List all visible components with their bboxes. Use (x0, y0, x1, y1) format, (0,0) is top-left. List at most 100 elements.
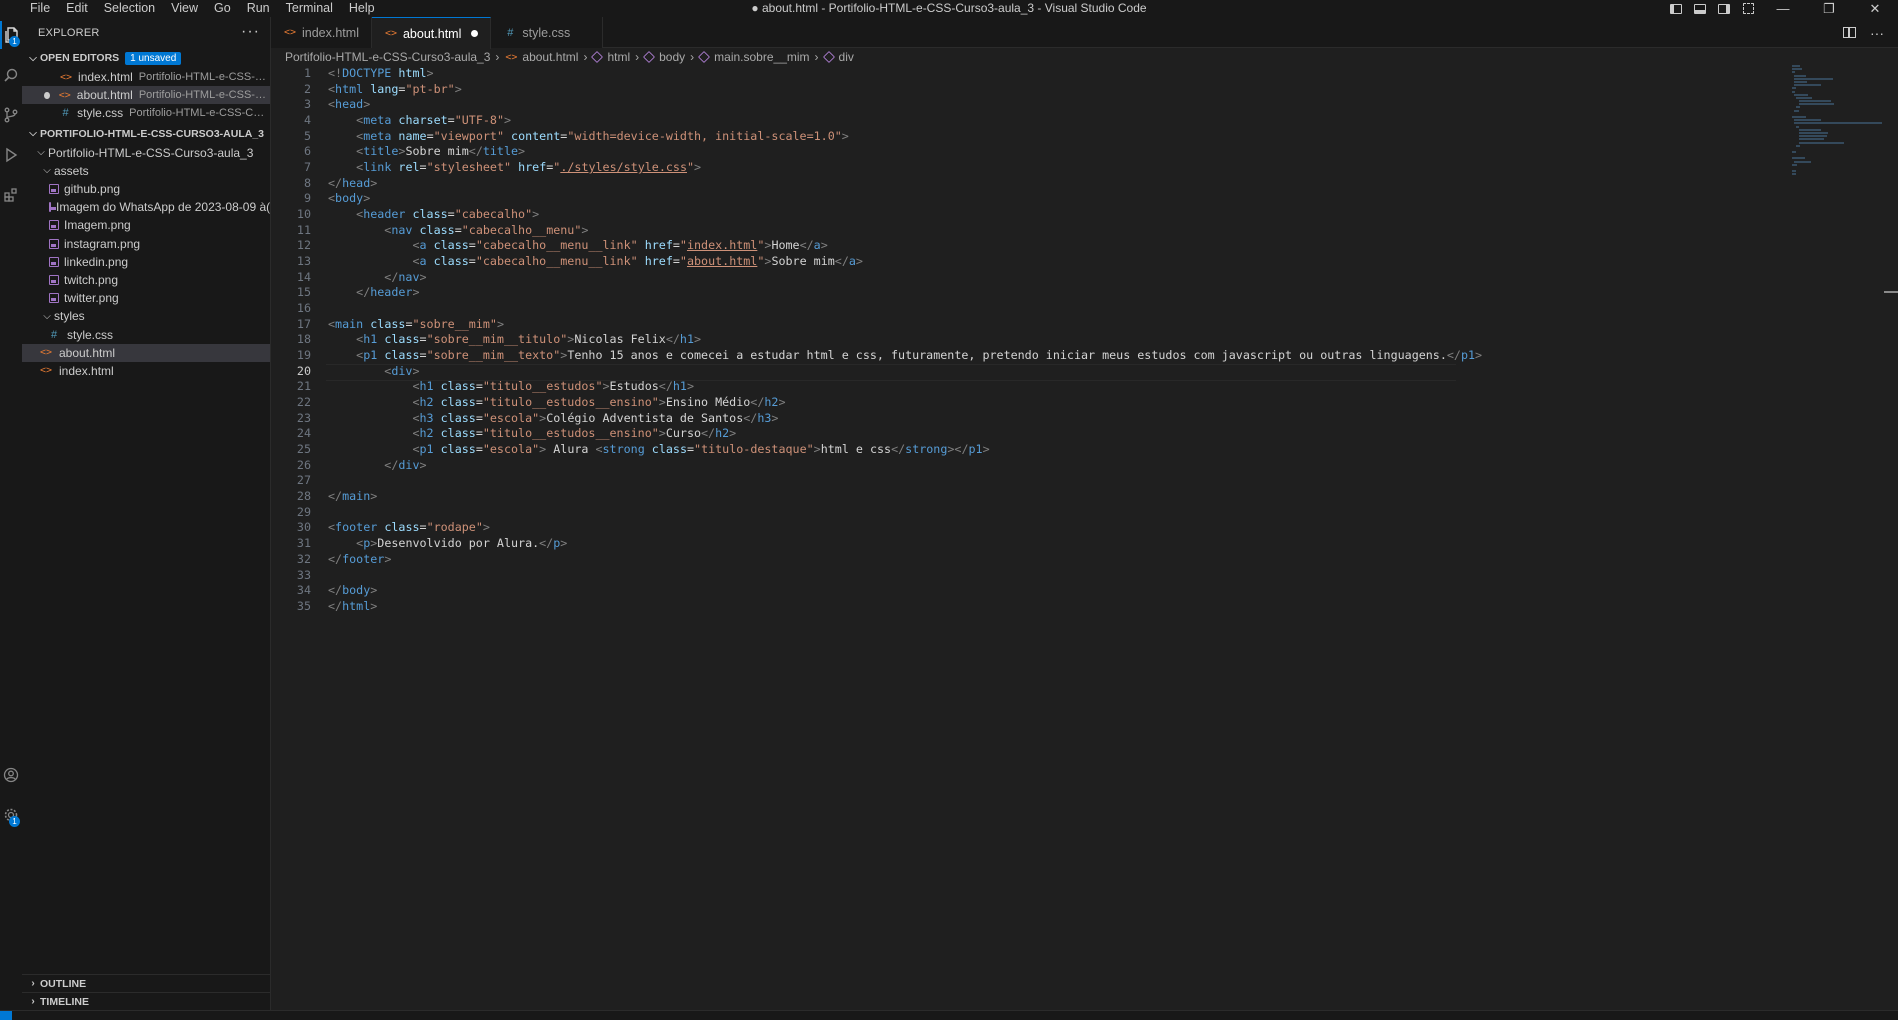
source-control-icon[interactable] (0, 101, 22, 129)
open-editor-about-html[interactable]: <> about.html Portifolio-HTML-e-CSS-Curs… (22, 86, 270, 105)
code-line[interactable]: <nav class="cabecalho__menu"> (328, 223, 1482, 239)
file-item[interactable]: <> about.html (22, 343, 270, 362)
breadcrumb-item[interactable]: main.sobre__mim (714, 50, 809, 64)
more-actions-icon[interactable]: ··· (1870, 25, 1884, 41)
code-line[interactable]: <p>Desenvolvido por Alura.</p> (328, 536, 1482, 552)
tab-index-html[interactable]: <> index.html (271, 17, 372, 48)
code-line[interactable]: <h1 class="sobre__mim__titulo">Nicolas F… (328, 332, 1482, 348)
remote-indicator-icon[interactable] (0, 1011, 12, 1020)
search-icon[interactable] (0, 61, 22, 89)
timeline-header[interactable]: › TIMELINE (22, 992, 270, 1010)
unsaved-dot-icon[interactable] (471, 30, 479, 37)
folder-root[interactable]: ⌵ Portifolio-HTML-e-CSS-Curso3-aula_3 (22, 144, 270, 162)
file-item[interactable]: Imagem do WhatsApp de 2023-08-09 à(s)... (22, 198, 270, 216)
code-line[interactable]: <link rel="stylesheet" href="./styles/st… (328, 160, 1482, 176)
restore-button[interactable]: ❐ (1806, 0, 1852, 17)
code-line[interactable]: <head> (328, 97, 1482, 113)
code-editor[interactable]: 1 2 3 4 5 6 7 8 9 10 11 12 13 14 15 16 17 18 19 20 21 22 23 24 2… (271, 66, 1898, 1010)
toggle-panel-icon[interactable] (1688, 0, 1712, 17)
tab-style-css[interactable]: # style.css (491, 17, 604, 48)
more-actions-icon[interactable]: ··· (241, 23, 260, 41)
toggle-primary-sidebar-icon[interactable] (1664, 0, 1688, 17)
code-line[interactable]: </div> (328, 458, 1482, 474)
code-line[interactable] (328, 473, 1482, 489)
open-editors-header[interactable]: ⌵ OPEN EDITORS 1 unsaved (22, 48, 270, 68)
code-line[interactable]: <h2 class="titulo__estudos__ensino">Curs… (328, 426, 1482, 442)
folder-assets[interactable]: ⌵ assets (22, 162, 270, 180)
file-item[interactable]: linkedin.png (22, 253, 270, 271)
line-number: 5 (303, 128, 311, 143)
file-item[interactable]: github.png (22, 180, 270, 198)
code-line[interactable]: <header class="cabecalho"> (328, 207, 1482, 223)
code-line[interactable]: <h1 class="titulo__estudos">Estudos</h1> (328, 379, 1482, 395)
open-editor-index-html[interactable]: <> index.html Portifolio-HTML-e-CSS-Curs… (22, 68, 270, 86)
file-item[interactable]: <> index.html (22, 362, 270, 380)
code-line[interactable]: <p1 class="escola"> Alura <strong class=… (328, 442, 1482, 458)
menu-terminal[interactable]: Terminal (278, 0, 341, 17)
toggle-secondary-sidebar-icon[interactable] (1712, 0, 1736, 17)
run-debug-icon[interactable] (0, 141, 22, 169)
chevron-down-icon: ⌵ (43, 165, 51, 177)
code-line[interactable]: </html> (328, 599, 1482, 615)
code-line[interactable]: <a class="cabecalho__menu__link" href="i… (328, 238, 1482, 254)
workspace-header[interactable]: ⌵ PORTIFOLIO-HTML-E-CSS-CURSO3-AULA_3 (22, 124, 270, 144)
code-line[interactable] (328, 301, 1482, 317)
code-line[interactable]: </footer> (328, 552, 1482, 568)
code-line[interactable]: <title>Sobre mim</title> (328, 144, 1482, 160)
minimap[interactable] (1792, 65, 1884, 176)
menu-help[interactable]: Help (341, 0, 383, 17)
file-item[interactable]: Imagem.png (22, 216, 270, 234)
menu-go[interactable]: Go (206, 0, 239, 17)
code-line[interactable]: <!DOCTYPE html> (328, 66, 1482, 82)
code-line[interactable]: <p1 class="sobre__mim__texto">Tenho 15 a… (328, 348, 1482, 364)
file-item[interactable]: instagram.png (22, 235, 270, 253)
code-line[interactable]: <h2 class="titulo__estudos__ensino">Ensi… (328, 395, 1482, 411)
code-line[interactable]: <main class="sobre__mim"> (328, 317, 1482, 333)
customize-layout-icon[interactable] (1736, 0, 1760, 17)
menu-file[interactable]: File (22, 0, 58, 17)
code-line[interactable]: <div> (325, 363, 1482, 382)
code-line[interactable]: <a class="cabecalho__menu__link" href="a… (328, 254, 1482, 270)
outline-header[interactable]: › OUTLINE (22, 974, 270, 992)
code-line[interactable]: <h3 class="escola">Colégio Adventista de… (328, 411, 1482, 427)
code-line[interactable]: <footer class="rodape"> (328, 520, 1482, 536)
file-item[interactable]: twitch.png (22, 271, 270, 289)
code-token: main (335, 316, 364, 331)
code-line[interactable]: <body> (328, 191, 1482, 207)
code-line[interactable]: <html lang="pt-br"> (328, 82, 1482, 98)
tab-about-html[interactable]: <> about.html (371, 17, 492, 49)
split-editor-icon[interactable] (1843, 27, 1856, 38)
menu-view[interactable]: View (163, 0, 206, 17)
file-item[interactable]: twitter.png (22, 289, 270, 307)
breadcrumb-item[interactable]: about.html (522, 50, 578, 64)
code-line[interactable]: </main> (328, 489, 1482, 505)
code-line[interactable]: </body> (328, 583, 1482, 599)
code-line[interactable]: </head> (328, 176, 1482, 192)
code-line[interactable]: </header> (328, 285, 1482, 301)
manage-gear-icon[interactable]: 1 (0, 801, 22, 829)
breadcrumb-item[interactable]: body (659, 50, 685, 64)
menu-selection[interactable]: Selection (96, 0, 163, 17)
account-icon[interactable] (0, 761, 22, 789)
menu-edit[interactable]: Edit (58, 0, 96, 17)
open-editor-style-css[interactable]: # style.css Portifolio-HTML-e-CSS-Curso3… (22, 104, 270, 122)
folder-styles[interactable]: ⌵ styles (22, 307, 270, 325)
code-token: charset (398, 113, 448, 128)
code-line[interactable]: <meta charset="UTF-8"> (328, 113, 1482, 129)
menu-run[interactable]: Run (239, 0, 278, 17)
extensions-icon[interactable] (0, 181, 22, 209)
breadcrumb-item[interactable]: Portifolio-HTML-e-CSS-Curso3-aula_3 (285, 50, 490, 64)
code-line[interactable]: <meta name="viewport" content="width=dev… (328, 129, 1482, 145)
breadcrumb-item[interactable]: html (607, 50, 630, 64)
code-line[interactable] (328, 505, 1482, 521)
minimize-button[interactable]: — (1760, 0, 1806, 17)
breadcrumb-item[interactable]: div (839, 50, 854, 64)
unsaved-dot-icon[interactable] (44, 91, 50, 99)
code-token: > (363, 97, 371, 112)
close-button[interactable]: ✕ (1852, 0, 1898, 17)
code-line[interactable]: </nav> (328, 270, 1482, 286)
file-item[interactable]: # style.css (22, 325, 270, 343)
code-line[interactable] (328, 568, 1482, 584)
files-icon[interactable]: 1 (0, 21, 22, 49)
code-content[interactable]: <!DOCTYPE html> <html lang="pt-br"> <head>… (325, 66, 1482, 615)
